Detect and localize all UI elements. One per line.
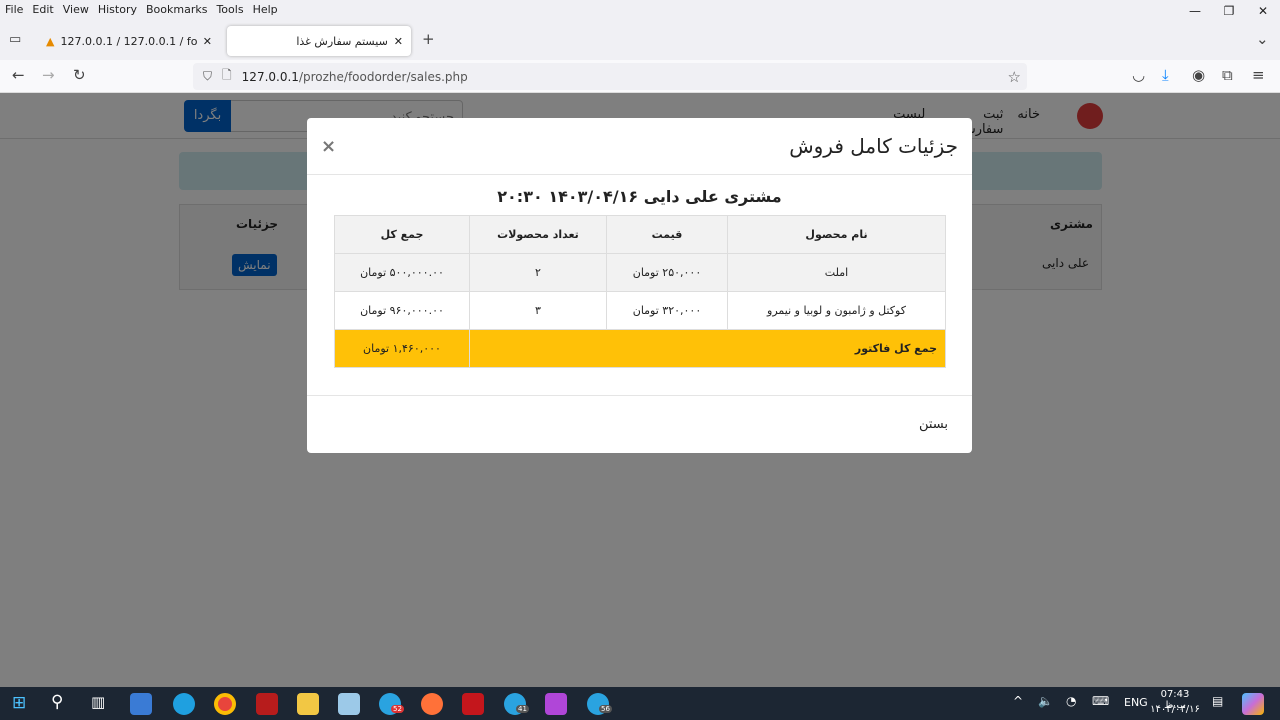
file-explorer-icon[interactable] (297, 693, 319, 715)
taskbar: ⊞ ⚲ ▥ 52 41 56 ^ 🔈 ◔ ⌨ ENG 07:43 ب.ظ ۱۴۰… (0, 687, 1280, 720)
minimize-icon[interactable]: — (1178, 0, 1212, 22)
modal-footer: بستن (307, 395, 972, 453)
app-icon[interactable] (256, 693, 278, 715)
tab-food-order[interactable]: سیستم سفارش غذا ✕ (227, 26, 411, 56)
header-product: نام محصول (727, 215, 946, 254)
modal-title: جزئیات کامل فروش (789, 134, 958, 158)
tab-close-icon[interactable]: ✕ (203, 35, 212, 48)
menu-bar: File Edit View History Bookmarks Tools H… (0, 0, 1280, 18)
menu-bookmarks[interactable]: Bookmarks (146, 3, 207, 16)
clock-date[interactable]: ۱۴۰۳/۰۴/۱۶ (1150, 704, 1200, 715)
telegram-icon[interactable]: 52 (379, 693, 404, 715)
restore-icon[interactable]: ❐ (1212, 0, 1246, 22)
url-bar[interactable]: ⛉ 🗋 127.0.0.1/prozhe/foodorder/sales.php… (193, 63, 1027, 90)
task-view-icon[interactable]: ▥ (91, 693, 105, 711)
cell-product: املت (727, 253, 946, 292)
header-total: جمع کل (334, 215, 470, 254)
wifi-icon[interactable]: ◔ (1066, 694, 1076, 708)
close-window-icon[interactable]: ✕ (1246, 0, 1280, 22)
badge: 52 (391, 705, 404, 713)
forward-icon[interactable]: → (42, 66, 55, 84)
phpstorm-icon[interactable] (545, 693, 567, 715)
search-icon[interactable]: ⚲ (51, 692, 63, 712)
cell-total: ۹۶۰,۰۰۰.۰۰ تومان (334, 291, 470, 330)
page-icon: 🗋 (222, 68, 232, 82)
menu-history[interactable]: History (98, 3, 137, 16)
store-icon[interactable] (130, 693, 152, 715)
tab-list-icon[interactable]: ▭ (9, 32, 21, 47)
telegram-icon[interactable]: 41 (504, 693, 529, 715)
total-value: ۱,۴۶۰,۰۰۰ تومان (334, 329, 470, 368)
pocket-icon[interactable]: ◡ (1132, 66, 1145, 84)
menu-file[interactable]: File (5, 3, 23, 16)
navigation-bar: ← → ↻ ⛉ 🗋 127.0.0.1/prozhe/foodorder/sal… (0, 60, 1280, 93)
bookmark-star-icon[interactable]: ☆ (1008, 68, 1021, 86)
reload-icon[interactable]: ↻ (73, 66, 86, 84)
list-all-tabs-icon[interactable]: ⌄ (1256, 30, 1269, 48)
invoice-total-row: جمع کل فاکتور ۱,۴۶۰,۰۰۰ تومان (334, 329, 946, 368)
cell-total: ۵۰۰,۰۰۰.۰۰ تومان (334, 253, 470, 292)
cell-price: ۲۵۰,۰۰۰ تومان (606, 253, 728, 292)
cell-quantity: ۲ (469, 253, 607, 292)
modal-subtitle: مشتری علی دایی ۱۴۰۳/۰۴/۱۶ ۲۰:۳۰ (497, 187, 782, 206)
windows-start-icon[interactable]: ⊞ (12, 693, 26, 713)
cell-product: کوکتل و ژامبون و لوبیا و نیمرو (727, 291, 946, 330)
notepad-icon[interactable] (338, 693, 360, 715)
chevron-up-icon[interactable]: ^ (1013, 694, 1023, 708)
acrobat-icon[interactable] (462, 693, 484, 715)
language-indicator[interactable]: ENG (1124, 696, 1148, 709)
firefox-icon[interactable] (421, 693, 443, 715)
cell-price: ۳۲۰,۰۰۰ تومان (606, 291, 728, 330)
volume-icon[interactable]: 🔈 (1038, 694, 1053, 708)
notifications-icon[interactable]: ▤ (1212, 694, 1223, 708)
header-price: قیمت (606, 215, 728, 254)
close-icon[interactable]: × (321, 136, 336, 157)
total-label: جمع کل فاکتور (469, 329, 946, 368)
table-row: املت ۲۵۰,۰۰۰ تومان ۲ ۵۰۰,۰۰۰.۰۰ تومان (334, 253, 946, 292)
window-controls: — ❐ ✕ (1178, 0, 1280, 22)
tab-label: سیستم سفارش غذا (296, 34, 388, 48)
cell-quantity: ۳ (469, 291, 607, 330)
badge: 41 (516, 705, 529, 713)
edge-icon[interactable] (173, 693, 195, 715)
tab-close-icon[interactable]: ✕ (394, 35, 403, 48)
extensions-icon[interactable]: ⧉ (1222, 66, 1233, 84)
order-items-table: نام محصول قیمت تعداد محصولات جمع کل املت… (334, 215, 946, 368)
badge: 56 (599, 705, 612, 713)
menu-help[interactable]: Help (253, 3, 278, 16)
menu-icon[interactable]: ≡ (1252, 66, 1265, 84)
back-icon[interactable]: ← (12, 66, 25, 84)
header-quantity: تعداد محصولات (469, 215, 607, 254)
table-row: کوکتل و ژامبون و لوبیا و نیمرو ۳۲۰,۰۰۰ ت… (334, 291, 946, 330)
copilot-icon[interactable] (1242, 693, 1264, 715)
menu-view[interactable]: View (63, 3, 89, 16)
phpmyadmin-icon: ▲ (46, 34, 55, 48)
account-icon[interactable]: ◉ (1192, 66, 1205, 84)
tab-bar: ▭ ▲ 127.0.0.1 / 127.0.0.1 / foodorder ✕ … (0, 22, 1280, 60)
menu-tools[interactable]: Tools (216, 3, 243, 16)
modal-header: جزئیات کامل فروش × (307, 118, 972, 175)
menu-edit[interactable]: Edit (32, 3, 53, 16)
tab-phpmyadmin[interactable]: ▲ 127.0.0.1 / 127.0.0.1 / foodorder ✕ (38, 26, 220, 56)
tab-label: 127.0.0.1 / 127.0.0.1 / foodorder (60, 34, 197, 48)
url-text: 127.0.0.1/prozhe/foodorder/sales.php (241, 69, 468, 84)
telegram-icon[interactable]: 56 (587, 693, 612, 715)
new-tab-icon[interactable]: + (422, 30, 435, 48)
sale-details-modal: جزئیات کامل فروش × مشتری علی دایی ۱۴۰۳/۰… (307, 118, 972, 453)
keyboard-icon[interactable]: ⌨ (1092, 694, 1109, 708)
close-button[interactable]: بستن (919, 417, 948, 432)
chrome-icon[interactable] (214, 693, 236, 715)
downloads-icon[interactable]: ⤓ (1162, 66, 1169, 84)
shield-icon[interactable]: ⛉ (203, 69, 212, 84)
